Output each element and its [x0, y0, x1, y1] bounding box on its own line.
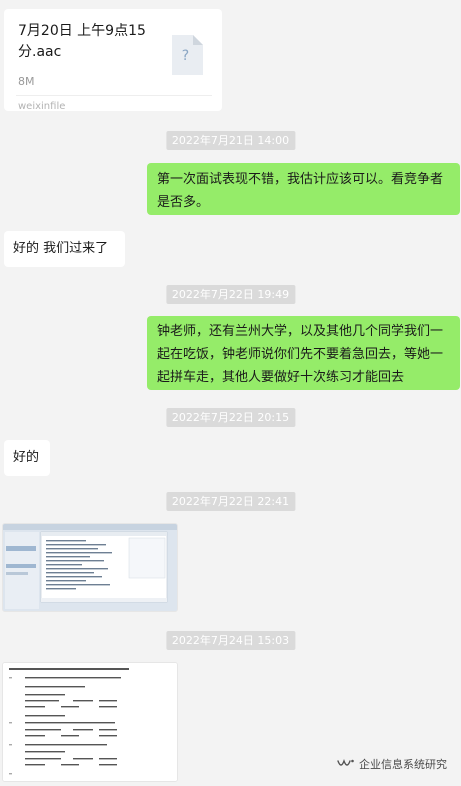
watermark: 企业信息系统研究: [337, 756, 447, 772]
document-thumbnail[interactable]: [2, 662, 178, 782]
file-message-card[interactable]: 7月20日 上午9点15分.aac ? 8M weixinfile: [4, 9, 222, 112]
screenshot-thumbnail[interactable]: [2, 523, 178, 612]
received-message-bubble[interactable]: 好的: [4, 440, 50, 476]
timestamp: 2022年7月22日 19:49: [165, 285, 296, 304]
file-name: 7月20日 上午9点15分.aac: [18, 23, 146, 60]
timestamp: 2022年7月24日 15:03: [165, 631, 296, 650]
received-message-bubble[interactable]: 好的 我们过来了: [4, 231, 125, 267]
screenshot-preview-icon: [3, 524, 177, 611]
file-size: 8M: [18, 75, 35, 88]
sent-message-bubble[interactable]: 钟老师，还有兰州大学，以及其他几个同学我们一起在吃饭，钟老师说你们先不要着急回去…: [147, 316, 460, 390]
unknown-file-icon: ?: [172, 35, 203, 75]
watermark-text: 企业信息系统研究: [359, 758, 447, 771]
divider: [16, 95, 212, 96]
timestamp: 2022年7月21日 14:00: [165, 131, 296, 150]
timestamp: 2022年7月22日 22:41: [165, 492, 296, 511]
wechat-channel-logo: [337, 758, 355, 770]
timestamp: 2022年7月22日 20:15: [165, 408, 296, 427]
document-preview-icon: [3, 663, 177, 781]
sent-message-bubble[interactable]: 第一次面试表现不错，我估计应该可以。看竞争者是否多。: [147, 163, 460, 215]
file-source: weixinfile: [18, 101, 66, 112]
